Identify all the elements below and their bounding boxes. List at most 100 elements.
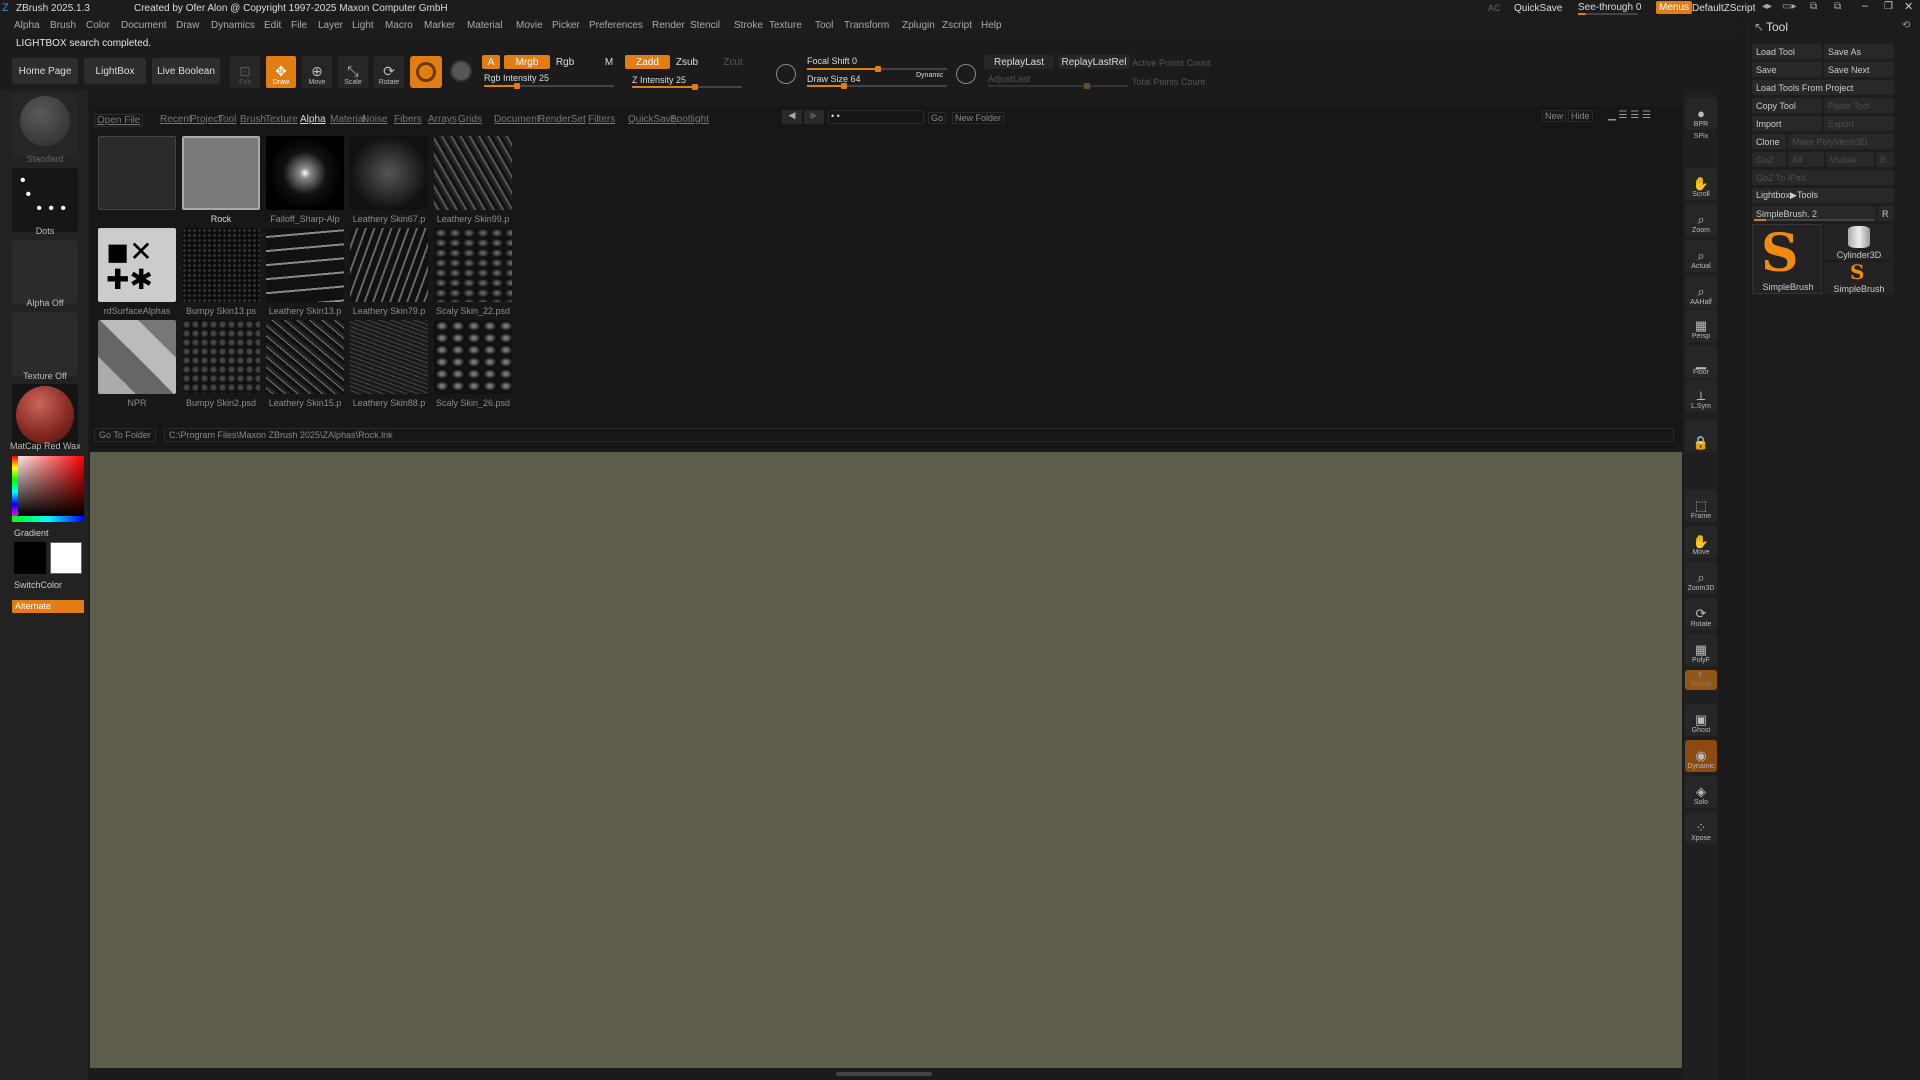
save-as-button[interactable]: Save As [1824, 44, 1894, 59]
load-tool-button[interactable]: Load Tool [1752, 44, 1822, 59]
stroke-preview-icon[interactable] [450, 60, 472, 82]
switchcolor-button[interactable]: SwitchColor [14, 580, 62, 590]
zsub-button[interactable]: Zsub [674, 55, 700, 69]
spix-button[interactable]: SPix [1685, 133, 1717, 142]
lightbox-item[interactable] [434, 136, 512, 210]
menu-dynamics[interactable]: Dynamics [211, 20, 255, 31]
hue-bar[interactable] [12, 516, 84, 522]
solo-button[interactable]: ◈ Solo [1685, 776, 1717, 808]
close-icon[interactable]: ✕ [1904, 0, 1913, 13]
dynamic-button[interactable]: ◉ Dynamic [1685, 740, 1717, 772]
menu-document[interactable]: Document [121, 20, 167, 31]
lightbox-item[interactable] [182, 136, 260, 210]
tab-texture[interactable]: Texture [265, 114, 298, 125]
a-button[interactable]: A [482, 55, 500, 69]
lazy-mouse-icon[interactable] [776, 64, 796, 84]
tab-alpha[interactable]: Alpha [300, 114, 326, 125]
lightbox-item[interactable] [266, 136, 344, 210]
lightbox-item[interactable] [98, 320, 176, 394]
tool-thumb-cylinder3d[interactable]: Cylinder3D [1824, 224, 1894, 260]
rgb-button[interactable]: Rgb [554, 55, 576, 69]
goz-all-button[interactable]: All [1788, 152, 1824, 167]
import-button[interactable]: Import [1752, 116, 1822, 131]
menu-picker[interactable]: Picker [552, 20, 580, 31]
draw-mode-button[interactable]: ✥ Draw [266, 56, 296, 88]
tab-filters[interactable]: Filters [588, 114, 615, 125]
tab-spotlight[interactable]: Spotlight [670, 114, 709, 125]
menu-tool[interactable]: Tool [815, 20, 833, 31]
load-tools-from-project-button[interactable]: Load Tools From Project [1752, 80, 1894, 95]
tool-thumb-simplebrush[interactable]: S SimpleBrush [1752, 224, 1822, 294]
menu-help[interactable]: Help [981, 20, 1002, 31]
tab-fibers[interactable]: Fibers [394, 114, 422, 125]
lightbox-item[interactable] [182, 228, 260, 302]
save-next-button[interactable]: Save Next [1824, 62, 1894, 77]
zoom3d-button[interactable]: ⌕ Zoom3D [1685, 562, 1717, 594]
bpr-button[interactable]: ● BPR [1685, 98, 1717, 130]
see-through-track[interactable] [1578, 13, 1638, 15]
floor-button[interactable]: ▁ Floor [1685, 346, 1717, 378]
tab-material[interactable]: Material [330, 114, 366, 125]
help-icon[interactable]: ⧉ [1810, 1, 1817, 12]
default-zscript-button[interactable]: DefaultZScript [1692, 3, 1755, 14]
prev-page-icon[interactable]: ◀ [782, 110, 802, 124]
secondary-color-swatch[interactable] [50, 542, 82, 574]
see-through-slider[interactable]: See-through 0 [1578, 2, 1648, 13]
menu-brush[interactable]: Brush [50, 20, 76, 31]
hide-button[interactable]: Hide [1568, 110, 1593, 122]
transp-button[interactable]: ◐ Transp [1685, 666, 1717, 690]
goz-visible-button[interactable]: Visible [1826, 152, 1874, 167]
zcut-button[interactable]: Zcut [720, 55, 746, 69]
go-to-folder-button[interactable]: Go To Folder [94, 428, 156, 442]
lightbox-item[interactable] [266, 320, 344, 394]
texture-off-button[interactable] [12, 312, 78, 376]
minimize-icon[interactable]: – [1862, 0, 1868, 12]
menu-light[interactable]: Light [352, 20, 374, 31]
m-button[interactable]: M [602, 55, 616, 69]
zadd-button[interactable]: Zadd [625, 55, 670, 69]
menu-color[interactable]: Color [86, 20, 110, 31]
menu-alpha[interactable]: Alpha [14, 20, 40, 31]
tab-renderset[interactable]: RenderSet [538, 114, 586, 125]
document-canvas[interactable] [90, 452, 1682, 1068]
rotate-button[interactable]: ⟳ Rotate [1685, 598, 1717, 630]
open-file-button[interactable]: Open File [94, 114, 144, 127]
menu-render[interactable]: Render [652, 20, 685, 31]
menu-material[interactable]: Material [467, 20, 503, 31]
menus-button[interactable]: Menus [1656, 1, 1693, 14]
ghost-button[interactable]: ▣ Ghost [1685, 704, 1717, 736]
scroll-button[interactable]: ✋ Scroll [1685, 168, 1717, 200]
lightbox-search-field[interactable]: • • [828, 110, 924, 124]
symmetry-icon[interactable] [956, 64, 976, 84]
menu-zplugin[interactable]: Zplugin [902, 20, 935, 31]
new-folder-button[interactable]: New Folder [952, 112, 1005, 124]
draw-size-slider[interactable] [807, 83, 947, 89]
z-intensity-slider[interactable] [632, 84, 742, 90]
lightbox-item[interactable] [434, 228, 512, 302]
goz-r-button[interactable]: R [1876, 152, 1894, 167]
tab-arrays[interactable]: Arrays [428, 114, 457, 125]
menu-edit[interactable]: Edit [264, 20, 281, 31]
paste-tool-button[interactable]: Paste Tool [1824, 98, 1894, 113]
polyf-button[interactable]: ▦ PolyF [1685, 634, 1717, 666]
layout-arrows-icon[interactable]: ◂▸ [1762, 1, 1772, 12]
menu-movie[interactable]: Movie [516, 20, 543, 31]
lsym-button[interactable]: ⟂ L.Sym [1685, 380, 1717, 412]
menu-preferences[interactable]: Preferences [589, 20, 643, 31]
lightbox-button[interactable]: LightBox [84, 58, 146, 84]
brush-preview-button[interactable] [410, 56, 442, 88]
lightbox-tools-button[interactable]: Lightbox▶Tools [1752, 188, 1894, 203]
move-mode-button[interactable]: ⊕ Move [302, 56, 332, 88]
ac-label[interactable]: AC [1488, 3, 1501, 13]
bottom-tray-handle[interactable] [836, 1072, 932, 1076]
tab-noise[interactable]: Noise [362, 114, 388, 125]
quicksave-button[interactable]: QuickSave [1514, 3, 1562, 14]
menu-macro[interactable]: Macro [385, 20, 413, 31]
scale-mode-button[interactable]: ⤡ Scale [338, 56, 368, 88]
lightbox-item[interactable] [266, 228, 344, 302]
rgb-intensity-slider[interactable] [484, 83, 614, 89]
replay-last-button[interactable]: ReplayLast [984, 55, 1054, 69]
lightbox-item[interactable] [434, 320, 512, 394]
export-button[interactable]: Export [1824, 116, 1894, 131]
lightbox-item[interactable] [98, 136, 176, 210]
